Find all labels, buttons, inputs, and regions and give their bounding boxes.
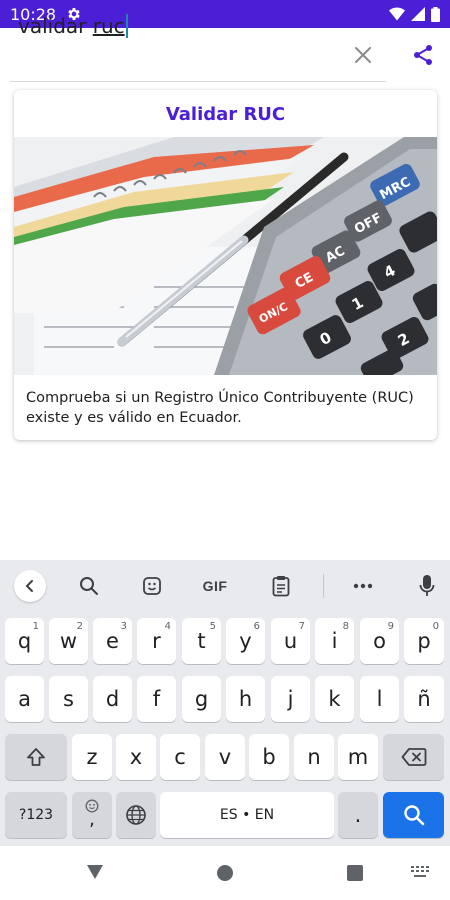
signal-icon bbox=[411, 7, 425, 21]
space-key[interactable]: ES • EN bbox=[160, 792, 334, 838]
key-t[interactable]: t5 bbox=[182, 618, 221, 664]
key-h[interactable]: h bbox=[226, 676, 265, 722]
key-label: r bbox=[152, 629, 161, 653]
close-icon bbox=[355, 47, 371, 63]
shift-icon bbox=[27, 748, 45, 766]
keyboard-toolbar: GIF bbox=[0, 560, 450, 612]
key-y[interactable]: y6 bbox=[226, 618, 265, 664]
soft-keyboard: GIF q1 w2 e3 r4 t5 y6 u 7 i 8 o 9 p 0 a … bbox=[0, 560, 450, 846]
sticker-icon bbox=[143, 577, 161, 595]
key-l[interactable]: l bbox=[360, 676, 399, 722]
key-i[interactable]: i8 bbox=[315, 618, 354, 664]
key-n[interactable]: n bbox=[294, 734, 334, 780]
chevron-left-icon bbox=[25, 580, 33, 592]
key-n-tilde[interactable]: ñ bbox=[404, 676, 444, 722]
key-hint: 8 bbox=[342, 621, 349, 632]
key-p[interactable]: p0 bbox=[404, 618, 444, 664]
enter-search-key[interactable] bbox=[383, 792, 444, 838]
key-label: i bbox=[331, 629, 338, 653]
key-hint: 5 bbox=[209, 621, 216, 632]
key-g[interactable]: g bbox=[182, 676, 221, 722]
card-title: Validar RUC bbox=[165, 104, 286, 125]
key-label: e bbox=[106, 629, 119, 653]
globe-icon bbox=[126, 805, 146, 825]
key-hint: 1 bbox=[32, 621, 39, 632]
search-input[interactable]: validar ruc bbox=[18, 14, 128, 38]
period-key[interactable]: . bbox=[338, 792, 378, 838]
key-r[interactable]: r4 bbox=[137, 618, 176, 664]
search-text-prefix: validar bbox=[18, 14, 93, 38]
result-card[interactable]: Validar RUC MRC OFF AC CE ON/C 4 1 0 2 C… bbox=[14, 90, 437, 440]
share-button[interactable] bbox=[408, 40, 438, 70]
back-triangle-icon[interactable] bbox=[86, 864, 104, 880]
backspace-key[interactable] bbox=[383, 734, 444, 780]
search-icon bbox=[80, 577, 98, 595]
key-a[interactable]: a bbox=[5, 676, 44, 722]
key-hint: 0 bbox=[432, 621, 439, 632]
calculator-image: MRC OFF AC CE ON/C 4 1 0 2 bbox=[14, 137, 437, 375]
key-label: q bbox=[17, 629, 32, 653]
key-label: p bbox=[417, 629, 431, 653]
toolbar-separator bbox=[323, 574, 324, 598]
toolbar-sticker-button[interactable] bbox=[135, 570, 169, 602]
key-k[interactable]: k bbox=[315, 676, 354, 722]
symbols-key[interactable]: ?123 bbox=[5, 792, 67, 838]
key-label: u bbox=[283, 629, 298, 653]
battery-icon bbox=[431, 6, 440, 22]
clipboard-icon bbox=[272, 576, 290, 597]
emoji-comma-key[interactable]: , bbox=[72, 792, 112, 838]
comma-label: , bbox=[89, 809, 95, 830]
key-label: w bbox=[59, 629, 78, 653]
key-f[interactable]: f bbox=[137, 676, 176, 722]
key-w[interactable]: w2 bbox=[49, 618, 88, 664]
key-label: t bbox=[197, 629, 206, 653]
recents-square-icon[interactable] bbox=[347, 865, 363, 881]
search-underline bbox=[10, 81, 386, 82]
backspace-icon bbox=[401, 748, 426, 766]
key-b[interactable]: b bbox=[249, 734, 289, 780]
key-hint: 7 bbox=[298, 621, 305, 632]
more-icon bbox=[353, 583, 373, 589]
card-description: Comprueba si un Registro Único Contribuy… bbox=[26, 390, 414, 426]
key-o[interactable]: o9 bbox=[360, 618, 399, 664]
key-s[interactable]: s bbox=[49, 676, 88, 722]
key-v[interactable]: v bbox=[205, 734, 245, 780]
key-e[interactable]: e3 bbox=[93, 618, 132, 664]
toolbar-mic-button[interactable] bbox=[410, 570, 444, 602]
toolbar-back-button[interactable] bbox=[14, 570, 46, 602]
toolbar-gif-button[interactable]: GIF bbox=[198, 570, 232, 602]
key-d[interactable]: d bbox=[93, 676, 132, 722]
key-label: y bbox=[239, 629, 252, 653]
toolbar-search-button[interactable] bbox=[72, 570, 106, 602]
key-u[interactable]: u7 bbox=[271, 618, 310, 664]
navigation-bar bbox=[0, 846, 450, 900]
key-q[interactable]: q1 bbox=[5, 618, 44, 664]
toolbar-more-button[interactable] bbox=[346, 570, 380, 602]
keyboard-switch-icon[interactable] bbox=[410, 865, 430, 881]
key-hint: 4 bbox=[164, 621, 171, 632]
clear-button[interactable] bbox=[348, 40, 378, 70]
home-circle-icon[interactable] bbox=[217, 865, 233, 881]
key-hint: 6 bbox=[253, 621, 260, 632]
key-hint: 3 bbox=[120, 621, 127, 632]
toolbar-clipboard-button[interactable] bbox=[264, 570, 298, 602]
wifi-icon bbox=[389, 7, 405, 21]
mic-icon bbox=[419, 575, 435, 596]
key-c[interactable]: c bbox=[160, 734, 200, 780]
search-icon bbox=[403, 805, 424, 826]
key-label: o bbox=[373, 629, 386, 653]
key-m[interactable]: m bbox=[338, 734, 378, 780]
key-hint: 2 bbox=[76, 621, 83, 632]
text-cursor bbox=[125, 14, 128, 38]
key-z[interactable]: z bbox=[72, 734, 112, 780]
key-j[interactable]: j bbox=[271, 676, 310, 722]
shift-key[interactable] bbox=[5, 734, 67, 780]
share-icon bbox=[414, 45, 432, 65]
key-x[interactable]: x bbox=[116, 734, 156, 780]
search-text-typed: ruc bbox=[92, 14, 125, 38]
language-key[interactable] bbox=[116, 792, 156, 838]
key-hint: 9 bbox=[387, 621, 394, 632]
